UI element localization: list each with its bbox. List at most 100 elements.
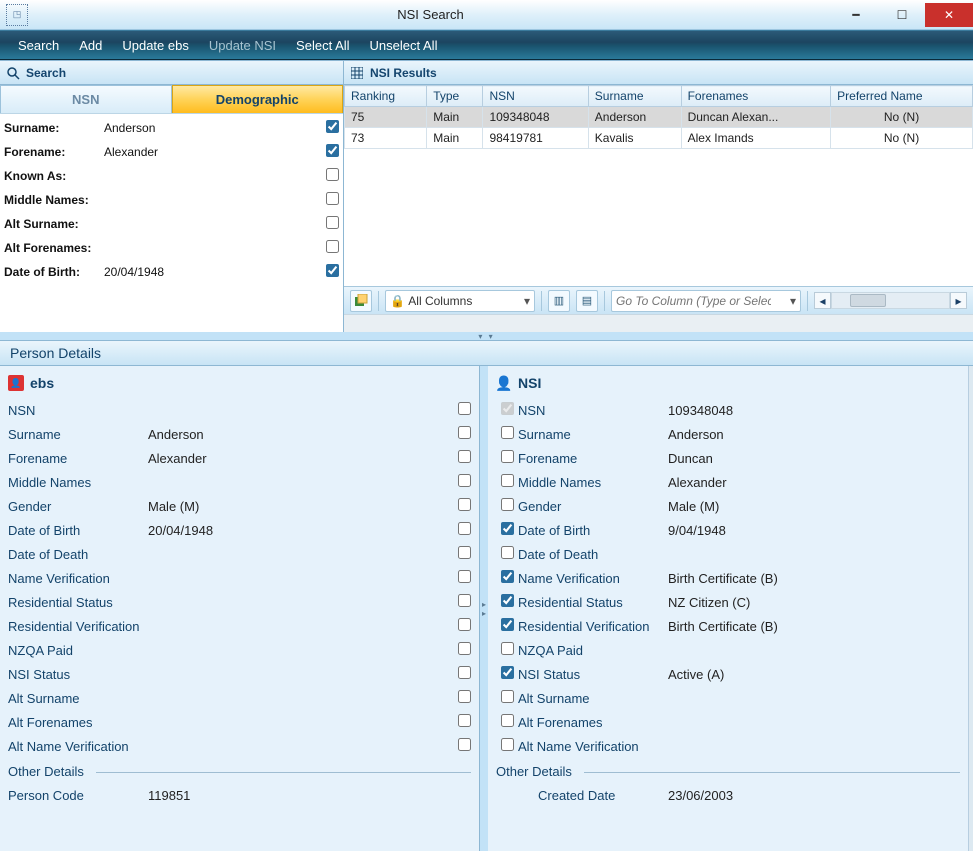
- ebs-altfore-check[interactable]: [458, 714, 471, 727]
- field-surname-value[interactable]: Anderson: [104, 121, 323, 135]
- nsi-surname-check[interactable]: [501, 426, 514, 439]
- goto-column-combo[interactable]: ▾: [611, 290, 801, 312]
- ebs-middle-check[interactable]: [458, 474, 471, 487]
- field-dob-value[interactable]: 20/04/1948: [104, 265, 323, 279]
- search-form: Surname:Anderson Forename:Alexander Know…: [0, 113, 343, 332]
- results-pane-title: NSI Results: [370, 66, 437, 80]
- vertical-splitter[interactable]: ▸▸: [480, 366, 488, 851]
- menu-select-all[interactable]: Select All: [286, 34, 359, 57]
- columns-combo[interactable]: 🔒 All Columns ▾: [385, 290, 535, 312]
- nsi-nsistat-check[interactable]: [501, 666, 514, 679]
- field-forename-value[interactable]: Alexander: [104, 145, 323, 159]
- search-pane-header: Search: [0, 61, 343, 85]
- col-nsn[interactable]: NSN: [483, 86, 588, 107]
- ebs-other-legend: Other Details: [8, 764, 471, 779]
- ebs-resstat-check[interactable]: [458, 594, 471, 607]
- scroll-thumb[interactable]: [850, 294, 886, 307]
- ebs-resver-check[interactable]: [458, 618, 471, 631]
- nsi-icon: 👤: [496, 375, 512, 391]
- field-altsurname-label: Alt Surname:: [4, 217, 104, 231]
- person-details-header: Person Details: [0, 340, 973, 366]
- field-altforenames-label: Alt Forenames:: [4, 241, 104, 255]
- results-hscrollbar[interactable]: [344, 314, 973, 332]
- scroll-right-button[interactable]: ▸: [950, 292, 967, 309]
- nsi-resver-check[interactable]: [501, 618, 514, 631]
- nsi-altnamever-check[interactable]: [501, 738, 514, 751]
- field-surname-check[interactable]: [326, 120, 339, 133]
- field-middle-check[interactable]: [326, 192, 339, 205]
- nsi-middle-check[interactable]: [501, 474, 514, 487]
- tab-nsn[interactable]: NSN: [0, 85, 172, 113]
- minimize-button[interactable]: ━: [833, 3, 879, 27]
- nsi-nzqa-check[interactable]: [501, 642, 514, 655]
- details-vscrollbar[interactable]: [968, 366, 973, 851]
- menubar: Search Add Update ebs Update NSI Select …: [0, 30, 973, 60]
- ebs-forename-check[interactable]: [458, 450, 471, 463]
- menu-unselect-all[interactable]: Unselect All: [360, 34, 448, 57]
- ebs-column: 👤 ebs NSN SurnameAnderson ForenameAlexan…: [0, 366, 480, 851]
- nsi-namever-check[interactable]: [501, 570, 514, 583]
- field-forename-check[interactable]: [326, 144, 339, 157]
- nsi-column: 👤 NSI NSN109348048 SurnameAnderson Foren…: [488, 366, 968, 851]
- ebs-altnamever-check[interactable]: [458, 738, 471, 751]
- menu-update-ebs[interactable]: Update ebs: [112, 34, 199, 57]
- window-title: NSI Search: [28, 7, 833, 22]
- nsi-dob-check[interactable]: [501, 522, 514, 535]
- export-button[interactable]: [350, 290, 372, 312]
- nsi-altsurname-check[interactable]: [501, 690, 514, 703]
- ebs-dob-check[interactable]: [458, 522, 471, 535]
- nsi-resstat-check[interactable]: [501, 594, 514, 607]
- search-pane-title: Search: [26, 66, 66, 80]
- scroll-left-button[interactable]: ◂: [814, 292, 831, 309]
- nsi-nsn-check[interactable]: [501, 402, 514, 415]
- results-table: Ranking Type NSN Surname Forenames Prefe…: [344, 85, 973, 149]
- nsi-altfore-check[interactable]: [501, 714, 514, 727]
- col-forenames[interactable]: Forenames: [681, 86, 831, 107]
- field-dob-label: Date of Birth:: [4, 265, 104, 279]
- ebs-surname-check[interactable]: [458, 426, 471, 439]
- menu-update-nsi: Update NSI: [199, 34, 286, 57]
- separator: [378, 291, 379, 311]
- ebs-title: ebs: [30, 375, 54, 391]
- ebs-nzqa-check[interactable]: [458, 642, 471, 655]
- field-forename-label: Forename:: [4, 145, 104, 159]
- titlebar: ◳ NSI Search ━ ☐ ✕: [0, 0, 973, 30]
- col-preferred[interactable]: Preferred Name: [831, 86, 973, 107]
- system-menu-icon[interactable]: ◳: [6, 4, 28, 26]
- field-dob-check[interactable]: [326, 264, 339, 277]
- ebs-nsn-check[interactable]: [458, 402, 471, 415]
- ebs-icon: 👤: [8, 375, 24, 391]
- nsi-gender-check[interactable]: [501, 498, 514, 511]
- tab-demographic[interactable]: Demographic: [172, 85, 344, 113]
- col-type[interactable]: Type: [427, 86, 483, 107]
- results-toolbar: 🔒 All Columns ▾ ▥ ▤ ▾ ◂: [344, 286, 973, 314]
- goto-column-input[interactable]: [616, 294, 771, 308]
- field-altforenames-check[interactable]: [326, 240, 339, 253]
- field-surname-label: Surname:: [4, 121, 104, 135]
- layout-button-1[interactable]: ▥: [548, 290, 570, 312]
- search-pane: Search NSN Demographic Surname:Anderson …: [0, 61, 344, 332]
- table-row[interactable]: 73 Main 98419781 Kavalis Alex Imands No …: [345, 128, 973, 149]
- ebs-nsistat-check[interactable]: [458, 666, 471, 679]
- results-pane-header: NSI Results: [344, 61, 973, 85]
- maximize-button[interactable]: ☐: [879, 3, 925, 27]
- nsi-dod-check[interactable]: [501, 546, 514, 559]
- ebs-namever-check[interactable]: [458, 570, 471, 583]
- col-surname[interactable]: Surname: [588, 86, 681, 107]
- col-ranking[interactable]: Ranking: [345, 86, 427, 107]
- ebs-gender-check[interactable]: [458, 498, 471, 511]
- menu-add[interactable]: Add: [69, 34, 112, 57]
- table-row[interactable]: 75 Main 109348048 Anderson Duncan Alexan…: [345, 107, 973, 128]
- field-knownas-check[interactable]: [326, 168, 339, 181]
- nsi-forename-check[interactable]: [501, 450, 514, 463]
- close-button[interactable]: ✕: [925, 3, 973, 27]
- field-altsurname-check[interactable]: [326, 216, 339, 229]
- ebs-altsurname-check[interactable]: [458, 690, 471, 703]
- lock-icon: 🔒: [390, 294, 405, 308]
- ebs-dod-check[interactable]: [458, 546, 471, 559]
- menu-search[interactable]: Search: [8, 34, 69, 57]
- layout-button-2[interactable]: ▤: [576, 290, 598, 312]
- search-icon: [6, 66, 20, 80]
- horizontal-splitter[interactable]: ▾ ▾: [0, 332, 973, 340]
- field-middle-label: Middle Names:: [4, 193, 104, 207]
